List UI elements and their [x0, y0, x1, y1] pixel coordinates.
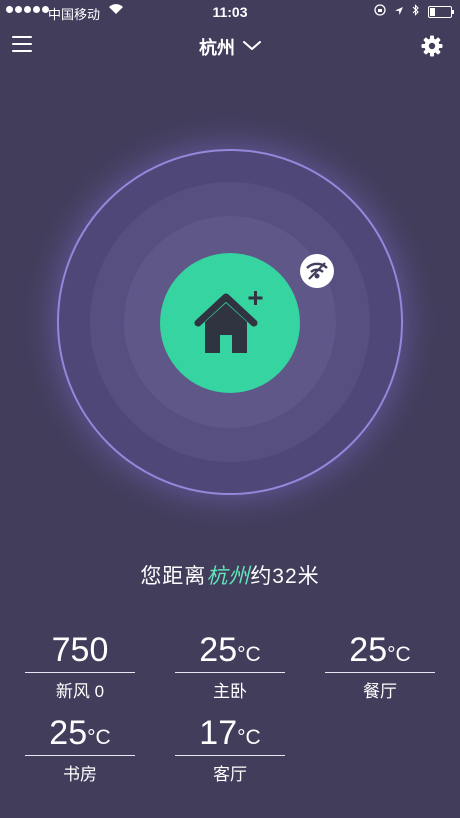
- chevron-down-icon: [243, 38, 261, 56]
- room-unit: °C: [237, 726, 261, 749]
- hamburger-menu-icon[interactable]: [12, 36, 32, 52]
- room-name: 新风 0: [55, 682, 105, 701]
- room-reading[interactable]: 25°C 书房: [25, 713, 135, 785]
- nav-bar: 杭州: [0, 24, 460, 68]
- room-reading[interactable]: 25°C 餐厅: [325, 630, 435, 702]
- room-divider: [325, 672, 435, 673]
- room-value-line: 17°C: [175, 713, 285, 753]
- city-name: 杭州: [199, 38, 235, 58]
- distance-suffix: 约32米: [250, 565, 320, 588]
- room-unit: °C: [87, 726, 111, 749]
- room-name: 客厅: [213, 765, 247, 784]
- room-name: 书房: [63, 765, 97, 784]
- distance-city: 杭州: [206, 565, 251, 588]
- room-divider: [25, 672, 135, 673]
- room-value-line: 25°C: [25, 713, 135, 753]
- room-value-line: 25°C: [325, 630, 435, 670]
- room-reading[interactable]: 17°C 客厅: [175, 713, 285, 785]
- room-name: 主卧: [213, 682, 247, 701]
- room-value: 750: [51, 631, 109, 669]
- distance-prefix: 您距离: [140, 565, 207, 588]
- location-arrow-icon: [394, 5, 404, 19]
- bluetooth-icon: [412, 4, 420, 19]
- room-name: 餐厅: [363, 682, 397, 701]
- distance-message: 您距离杭州约32米: [0, 560, 460, 590]
- room-divider: [175, 755, 285, 756]
- room-value: 25: [199, 631, 238, 669]
- room-unit: °C: [387, 643, 411, 666]
- room-unit: °C: [237, 643, 261, 666]
- add-home-button[interactable]: [160, 253, 300, 393]
- battery-icon: [428, 5, 454, 18]
- room-divider: [175, 672, 285, 673]
- home-add-icon: [192, 285, 268, 361]
- room-value: 17: [199, 714, 238, 752]
- city-selector[interactable]: 杭州: [180, 34, 280, 60]
- app-screen: 中国移动 11:03 杭州 您距离杭州约32米 750 新风 0 25°C 主卧…: [0, 0, 460, 818]
- status-bar: 中国移动 11:03: [0, 0, 460, 24]
- room-reading[interactable]: 750 新风 0: [25, 630, 135, 702]
- wifi-off-icon[interactable]: [300, 254, 334, 288]
- gear-icon[interactable]: [420, 34, 444, 58]
- room-value-line: 25°C: [175, 630, 285, 670]
- rotation-lock-icon: [374, 4, 386, 19]
- room-divider: [25, 755, 135, 756]
- room-value: 25: [349, 631, 388, 669]
- room-reading[interactable]: 25°C 主卧: [175, 630, 285, 702]
- status-icons: [374, 4, 454, 19]
- room-value: 25: [49, 714, 88, 752]
- room-value-line: 750: [25, 630, 135, 670]
